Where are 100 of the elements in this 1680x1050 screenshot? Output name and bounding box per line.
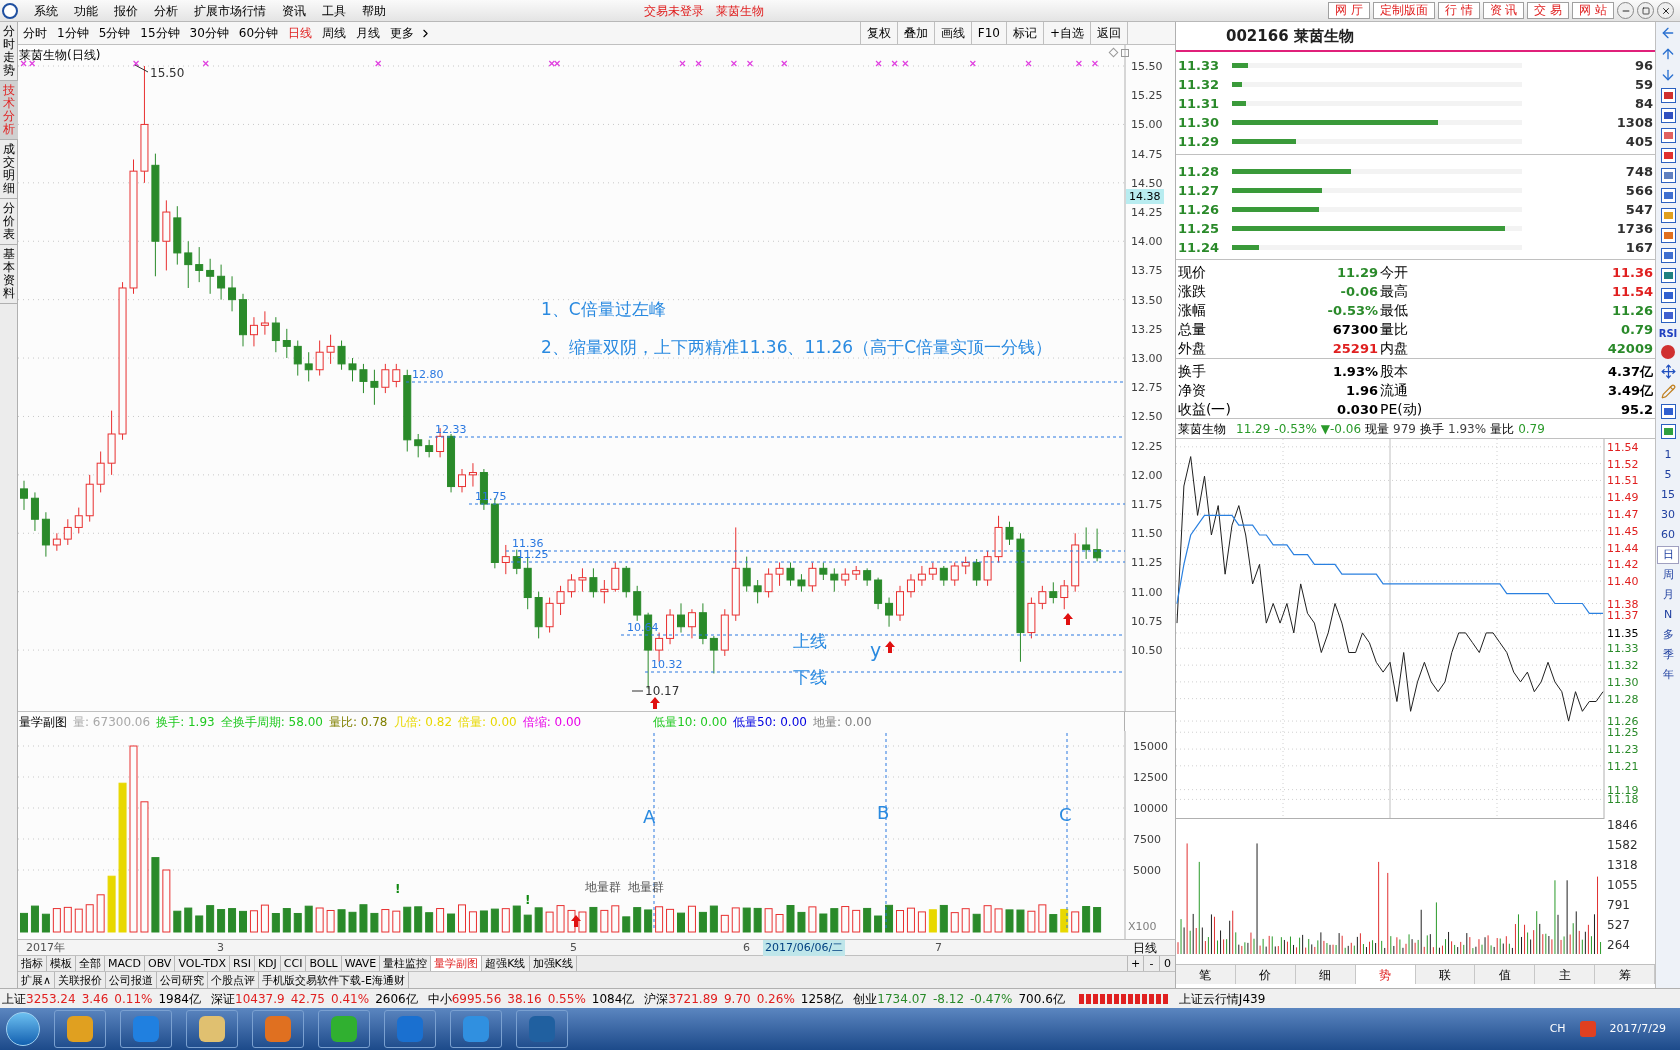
- indicator-tab[interactable]: 量学副图: [431, 956, 483, 971]
- stat-value: 1.96: [1344, 382, 1378, 400]
- rsi-button[interactable]: RSI: [1658, 328, 1678, 340]
- axis-label: 11.00: [1131, 585, 1163, 599]
- stat-label: 涨幅: [1178, 301, 1207, 320]
- indicator-tab[interactable]: CCI: [280, 956, 307, 971]
- period-tab[interactable]: 日线: [283, 24, 318, 42]
- period-button[interactable]: 1: [1657, 446, 1679, 464]
- axis-label: 12.50: [1131, 410, 1163, 424]
- indicator-tab[interactable]: 指标: [18, 956, 47, 971]
- indicator-tab[interactable]: 加强K线: [529, 956, 577, 971]
- view-tab[interactable]: 值: [1475, 965, 1536, 984]
- indicator-tab[interactable]: WAVE: [341, 956, 381, 971]
- menu-item[interactable]: 资讯: [274, 1, 314, 20]
- marker-label: B: [877, 802, 890, 823]
- stat-label: 最高: [1379, 282, 1409, 301]
- stat-value: 11.54: [1610, 283, 1653, 301]
- menu-item[interactable]: 帮助: [354, 1, 394, 20]
- axis-label: 15.25: [1131, 89, 1163, 103]
- index-name: 创业: [853, 990, 878, 1008]
- annotation-text: 1、C倍量过左峰: [541, 299, 666, 319]
- indicator-tab[interactable]: KDJ: [254, 956, 281, 971]
- index-percent: 0.55%: [547, 990, 586, 1008]
- axis-label: 11.54: [1607, 440, 1639, 454]
- indicator-tab[interactable]: OBV: [145, 956, 176, 971]
- portal-button[interactable]: 网 站: [1572, 2, 1614, 19]
- view-tab[interactable]: 主: [1535, 965, 1596, 984]
- axis-label: 11.23: [1607, 743, 1639, 757]
- quote-readout: ▼-0.06: [1320, 420, 1362, 438]
- period-button[interactable]: 年: [1657, 666, 1679, 684]
- indicator-tab[interactable]: 模板: [47, 956, 76, 971]
- axis-label: 12.75: [1131, 381, 1163, 395]
- menu-item[interactable]: 报价: [106, 1, 146, 20]
- menu-item[interactable]: 功能: [66, 1, 106, 20]
- period-button[interactable]: N: [1657, 606, 1679, 624]
- menu-item[interactable]: 系统: [26, 1, 66, 20]
- menu-item[interactable]: 分析: [146, 1, 186, 20]
- period-button[interactable]: 月: [1657, 586, 1679, 604]
- portal-button[interactable]: 交 易: [1527, 2, 1570, 19]
- period-tab[interactable]: 30分钟: [184, 24, 234, 42]
- zoom-button[interactable]: +: [1127, 956, 1143, 971]
- portal-button[interactable]: 资 讯: [1482, 2, 1525, 19]
- period-tab[interactable]: 15分钟: [135, 24, 185, 42]
- tool-button[interactable]: +自选: [1042, 22, 1090, 44]
- stat-label: 内盘: [1379, 339, 1409, 358]
- axis-label: 11.26: [1607, 715, 1639, 729]
- period-tab[interactable]: 分时: [18, 24, 52, 42]
- axis-label: 15.50: [1131, 60, 1163, 74]
- indicator-tab[interactable]: VOL-TDX: [175, 956, 230, 971]
- tool-button[interactable]: 标记: [1005, 22, 1043, 44]
- tool-button[interactable]: 返回: [1090, 22, 1127, 44]
- chart-title: 莱茵生物(日线): [19, 47, 101, 64]
- period-button[interactable]: 60: [1657, 526, 1679, 544]
- language-indicator[interactable]: CH: [1549, 1020, 1566, 1038]
- axis-label: 10.50: [1131, 644, 1163, 658]
- index-name: 上证: [2, 990, 26, 1008]
- menu-item[interactable]: 工具: [314, 1, 354, 20]
- tool-button[interactable]: 画线: [933, 22, 971, 44]
- indicator-tab[interactable]: RSI: [230, 956, 255, 971]
- period-button[interactable]: 季: [1657, 646, 1679, 664]
- indicator-tab[interactable]: BOLL: [306, 956, 342, 971]
- period-button[interactable]: 日: [1657, 546, 1679, 564]
- axis-label: 13.25: [1131, 322, 1163, 336]
- period-tab[interactable]: 月线: [351, 24, 386, 42]
- order-price: 11.24: [1178, 238, 1221, 257]
- tool-button[interactable]: F10: [970, 22, 1006, 44]
- level-label: 12.80: [412, 368, 444, 381]
- period-tab[interactable]: 5分钟: [93, 24, 136, 42]
- indicator-tab[interactable]: 超强K线: [482, 956, 530, 971]
- period-tab[interactable]: 60分钟: [233, 24, 284, 42]
- period-button[interactable]: 周: [1657, 566, 1679, 584]
- period-button[interactable]: 30: [1657, 506, 1679, 524]
- portal-button[interactable]: 行 情: [1437, 2, 1480, 19]
- axis-label: 14.75: [1131, 147, 1163, 161]
- view-tab[interactable]: 价: [1235, 965, 1296, 984]
- zoom-button[interactable]: -: [1143, 956, 1159, 971]
- portal-button[interactable]: 网 厅: [1327, 2, 1370, 19]
- indicator-tab[interactable]: MACD: [105, 956, 145, 971]
- indicator-tab[interactable]: 全部: [76, 956, 105, 971]
- period-button[interactable]: 15: [1657, 486, 1679, 504]
- login-status: 交易未登录: [644, 2, 704, 20]
- indicator-readout: 低量50: 0.00: [733, 713, 807, 731]
- period-button[interactable]: 5: [1657, 466, 1679, 484]
- tool-button[interactable]: 复权: [859, 22, 897, 44]
- indicator-readout: 倍量: 0.00: [458, 713, 517, 731]
- period-button[interactable]: 多: [1657, 626, 1679, 644]
- menu-item[interactable]: 扩展市场行情: [186, 1, 274, 20]
- index-value: 1734.07: [877, 990, 927, 1008]
- axis-label: 1582: [1607, 838, 1638, 852]
- period-tab[interactable]: 更多: [385, 24, 420, 42]
- view-tab[interactable]: 笔: [1176, 965, 1236, 984]
- quote-readout: 11.29: [1236, 420, 1271, 438]
- tool-button[interactable]: 叠加: [896, 22, 934, 44]
- view-tab[interactable]: 细: [1295, 965, 1356, 984]
- portal-button[interactable]: 定制版面: [1372, 2, 1435, 19]
- zoom-button[interactable]: 0: [1159, 956, 1175, 971]
- view-tab[interactable]: 势: [1355, 965, 1416, 984]
- period-tab[interactable]: 1分钟: [52, 24, 94, 42]
- period-tab[interactable]: 周线: [317, 24, 352, 42]
- view-tab[interactable]: 联: [1415, 965, 1476, 984]
